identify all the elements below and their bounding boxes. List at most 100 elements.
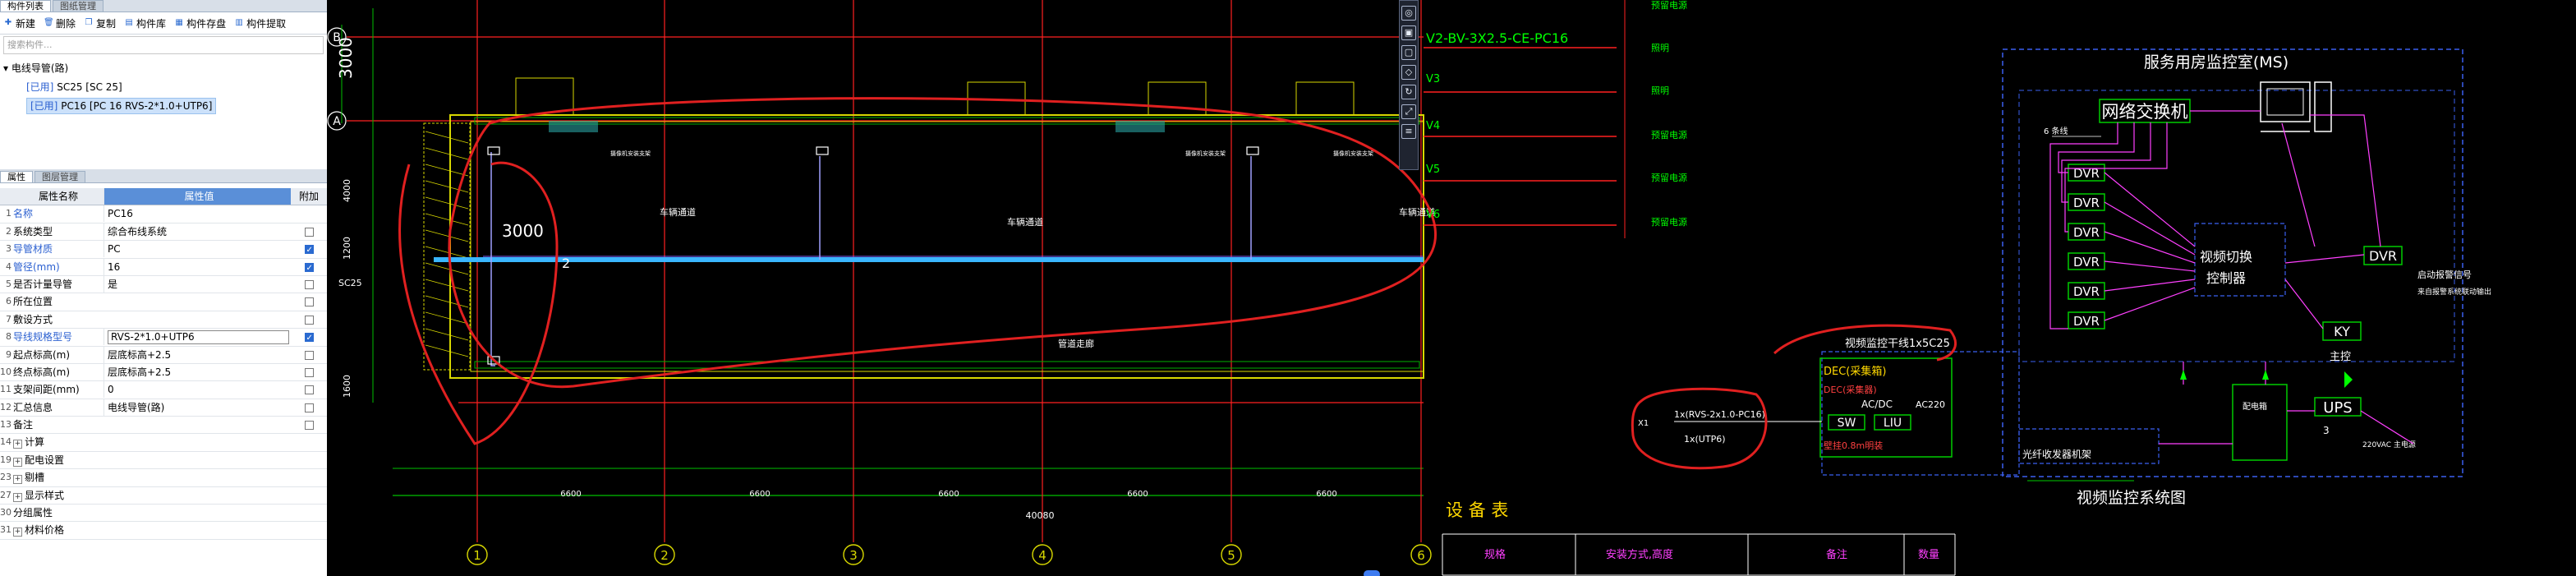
search-input[interactable]: 搜索构件... (3, 36, 324, 54)
property-row[interactable]: 10 终点标高(m) 层底标高+2.5 (0, 363, 327, 382)
extra-checkbox[interactable] (304, 227, 314, 237)
extra-checkbox[interactable] (304, 279, 314, 289)
expand-icon[interactable]: + (13, 492, 22, 502)
property-row[interactable]: 1 名称 PC16 (0, 205, 327, 223)
expand-icon[interactable]: + (13, 475, 22, 485)
property-row[interactable]: 30 分组属性 (0, 505, 327, 523)
property-name: 导线规格型号 (13, 329, 104, 345)
extra-checkbox[interactable] (304, 260, 314, 277)
cube-view-icon[interactable]: ▣ (1401, 25, 1416, 40)
property-row[interactable]: 7 敷设方式 (0, 311, 327, 329)
extra-checkbox[interactable] (304, 297, 314, 307)
network-switch-label: 网络交换机 (2102, 102, 2188, 122)
tab-component-list[interactable]: 构件列表 (0, 0, 51, 12)
orbit-icon[interactable]: ◎ (1401, 6, 1416, 21)
extra-checkbox[interactable] (304, 367, 314, 377)
property-row[interactable]: 3 导管材质 PC (0, 241, 327, 259)
expand-icon[interactable]: + (13, 440, 22, 449)
hatch-line (425, 295, 469, 308)
tab-drawing-management[interactable]: 图纸管理 (53, 0, 104, 12)
extra-checkbox[interactable] (304, 421, 314, 431)
rotate-icon[interactable]: ↻ (1401, 85, 1416, 99)
top-view-icon[interactable]: ▢ (1401, 45, 1416, 60)
hatch-line (425, 279, 469, 292)
expand-icon[interactable]: + (13, 528, 22, 537)
component-toolbar: ✚ 新建 🗑 删除 ❐ 复制 ▤ 构件库 ▦ 构件存盘 ▥ 构件提取 (0, 12, 327, 35)
extract-component-button[interactable]: ▥ 构件提取 (234, 16, 286, 30)
library-button[interactable]: ▤ 构件库 (124, 16, 166, 30)
wiring-path (2104, 260, 2196, 272)
tree-root[interactable]: ▾ 电线导管(路) (3, 59, 327, 78)
row-number: 2 (6, 225, 12, 237)
layer-icon[interactable]: ≡ (1401, 124, 1416, 139)
extra-checkbox[interactable] (304, 330, 314, 347)
property-row[interactable]: 9 起点标高(m) 层底标高+2.5 (0, 346, 327, 364)
table-header: 安装方式,高度 (1606, 548, 1673, 561)
property-row[interactable]: 13 备注 (0, 417, 327, 435)
property-row[interactable]: 12 汇总信息 电线导管(路) (0, 399, 327, 417)
tree-item-pc16[interactable]: [已用] PC16 [PC 16 RVS-2*1.0+UTP6] (3, 97, 327, 116)
property-row[interactable]: 8 导线规格型号 RVS-2*1.0+UTP6 (0, 329, 327, 347)
save-component-button[interactable]: ▦ 构件存盘 (174, 16, 226, 30)
property-value[interactable]: 综合布线系统 (104, 223, 291, 240)
property-value[interactable]: PC (104, 241, 291, 258)
dvr-label: DVR (2073, 255, 2100, 270)
extra-checkbox[interactable] (304, 385, 314, 395)
property-row[interactable]: 5 是否计量导管 是 (0, 275, 327, 294)
new-button[interactable]: ✚ 新建 (3, 16, 35, 30)
property-value[interactable]: 16 (104, 258, 291, 275)
property-value[interactable]: 0 (104, 381, 291, 399)
property-row[interactable]: 4 管径(mm) 16 (0, 258, 327, 277)
expand-icon[interactable]: + (13, 457, 22, 467)
property-name-text: 显示样式 (25, 489, 65, 501)
property-value-editor[interactable]: RVS-2*1.0+UTP6 (108, 330, 289, 345)
property-value[interactable]: 层底标高+2.5 (104, 363, 291, 380)
tree-item-status: [已用] (26, 81, 54, 93)
property-row[interactable]: 6 所在位置 (0, 293, 327, 311)
extra-checkbox[interactable] (304, 242, 314, 259)
branch-left (490, 260, 495, 366)
drawing-svg[interactable]: B A 123456 3000 4000 1200 1600 2 SC25 30… (327, 0, 2576, 576)
row-number: 9 (6, 348, 12, 360)
property-row[interactable]: 31 + 材料价格 (0, 522, 327, 540)
property-row[interactable]: 14 + 计算 (0, 434, 327, 452)
delete-button[interactable]: 🗑 删除 (44, 16, 76, 30)
property-row[interactable]: 27 + 显示样式 (0, 487, 327, 505)
table-header: 数量 (1918, 549, 1939, 561)
small-label-1: 摄像机安装支架 (610, 150, 651, 157)
extra-checkbox[interactable] (304, 350, 314, 360)
property-value-text: 综合布线系统 (108, 225, 168, 237)
row-number: 23 (0, 472, 12, 483)
axis-label-col: 3 (849, 548, 858, 563)
video-switch-label-1: 视频切换 (2200, 249, 2252, 265)
tab-layer-management[interactable]: 图层管理 (34, 171, 85, 182)
property-row[interactable]: 11 支架间距(mm) 0 (0, 381, 327, 399)
property-value[interactable]: 电线导管(路) (104, 399, 291, 416)
property-name-text: 敷设方式 (13, 313, 53, 325)
wiring-path (2061, 122, 2151, 203)
property-value[interactable]: 是 (104, 275, 291, 293)
iso-view-icon[interactable]: ◇ (1401, 65, 1416, 80)
tree-item-sc25[interactable]: [已用] SC25 [SC 25] (3, 78, 327, 97)
property-value[interactable]: RVS-2*1.0+UTP6 (104, 329, 291, 346)
wall-box-4 (1295, 81, 1355, 116)
property-value[interactable]: 层底标高+2.5 (104, 346, 291, 363)
copy-button[interactable]: ❐ 复制 (84, 16, 117, 30)
view-toolbar: ◎ ▣ ▢ ◇ ↻ ⤢ ≡ (1399, 0, 1419, 170)
property-value[interactable]: PC16 (104, 205, 291, 223)
extra-checkbox[interactable] (304, 403, 314, 412)
zoom-extents-icon[interactable]: ⤢ (1401, 104, 1416, 119)
property-row[interactable]: 19 + 配电设置 (0, 452, 327, 470)
property-extra (291, 347, 327, 363)
tab-properties[interactable]: 属性 (0, 171, 33, 182)
property-name: 名称 (13, 205, 104, 222)
property-name: 支架间距(mm) (13, 381, 104, 398)
axis-label-col: 2 (660, 548, 669, 563)
cad-canvas[interactable]: B A 123456 3000 4000 1200 1600 2 SC25 30… (327, 0, 2576, 576)
property-value-text: PC (108, 243, 121, 256)
property-row[interactable]: 23 + 剔槽 (0, 469, 327, 487)
row-number: 31 (0, 524, 12, 536)
property-row[interactable]: 2 系统类型 综合布线系统 (0, 223, 327, 242)
cabinet-box (2232, 384, 2288, 461)
extra-checkbox[interactable] (304, 315, 314, 325)
